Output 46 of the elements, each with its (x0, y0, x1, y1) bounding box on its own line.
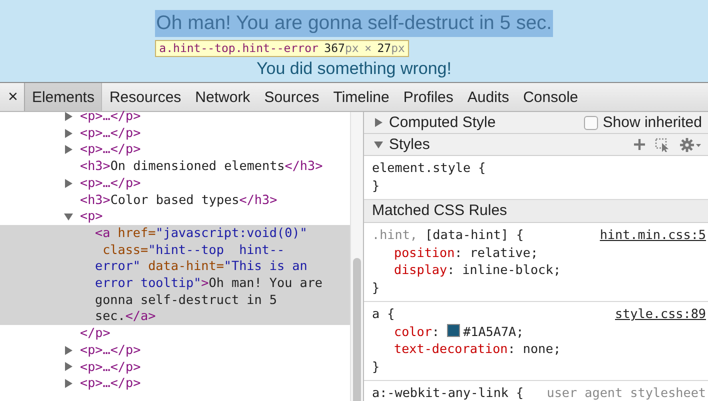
checkbox[interactable]: Show inherited (584, 114, 702, 131)
css-property[interactable]: color: #1A5A7A; (372, 322, 708, 340)
pointer-box-icon (655, 138, 671, 152)
dom-node[interactable]: <p>…</p> (80, 342, 141, 359)
css-selector: a:-webkit-any-link { (372, 384, 524, 401)
dom-node[interactable]: <h3>On dimensioned elements</h3> (80, 158, 323, 175)
tab[interactable]: Elements (24, 83, 102, 111)
element-tooltip: a.hint--top.hint--error 367px × 27px (155, 40, 409, 57)
closing-brace: } (372, 176, 381, 194)
settings-icon (680, 138, 702, 152)
css-selector: a { (372, 305, 395, 322)
css-property[interactable]: text-decoration: none; (372, 340, 708, 358)
message-text: You did something wrong! (256, 59, 452, 79)
dom-node[interactable]: <p>…</p> (80, 108, 141, 125)
source-label: user agent stylesheet (546, 384, 706, 401)
dom-node[interactable]: <h3>Color based types</h3> (80, 192, 278, 208)
dom-node[interactable]: <p>…</p> (80, 124, 141, 142)
close-button[interactable]: × (2, 83, 24, 111)
section-header[interactable]: Styles (364, 134, 708, 156)
section-header: Matched CSS Rules (364, 200, 708, 223)
selected-text: Oh man! You are gonna self-destruct in 5 sec. (155, 10, 553, 37)
closing-brace: } (372, 358, 381, 375)
plus-icon (633, 138, 646, 151)
dom-node[interactable]: <p>…</p> (80, 174, 141, 192)
dom-node[interactable]: <p>…</p> (80, 375, 141, 392)
css-selector: element.style { (372, 159, 486, 176)
css-selector: .hint, [data-hint] { (372, 226, 524, 244)
tab[interactable]: Sources (257, 83, 326, 111)
tab[interactable]: Profiles (396, 83, 460, 111)
tab[interactable]: Audits (460, 83, 516, 111)
tab[interactable]: Console (516, 83, 586, 111)
dom-node[interactable]: <p>…</p> (80, 141, 141, 158)
scrollbar[interactable] (350, 112, 363, 401)
section-header[interactable]: Computed Style Show inherited (364, 112, 708, 134)
closing-brace: } (372, 278, 381, 296)
color-swatch[interactable] (447, 324, 460, 336)
source-link[interactable]: style.css:89 (615, 305, 706, 322)
css-property[interactable]: position: relative; (372, 244, 708, 261)
source-link[interactable]: hint.min.css:5 (600, 226, 706, 244)
tab[interactable]: Timeline (326, 83, 396, 111)
tab[interactable]: Resources (102, 83, 188, 111)
dom-node[interactable]: <p> (80, 208, 103, 225)
dom-node[interactable]: </p> (80, 325, 110, 342)
css-property[interactable]: display: inline-block; (372, 261, 708, 278)
tab[interactable]: Network (188, 83, 258, 111)
dom-node[interactable]: <p>…</p> (80, 358, 141, 376)
